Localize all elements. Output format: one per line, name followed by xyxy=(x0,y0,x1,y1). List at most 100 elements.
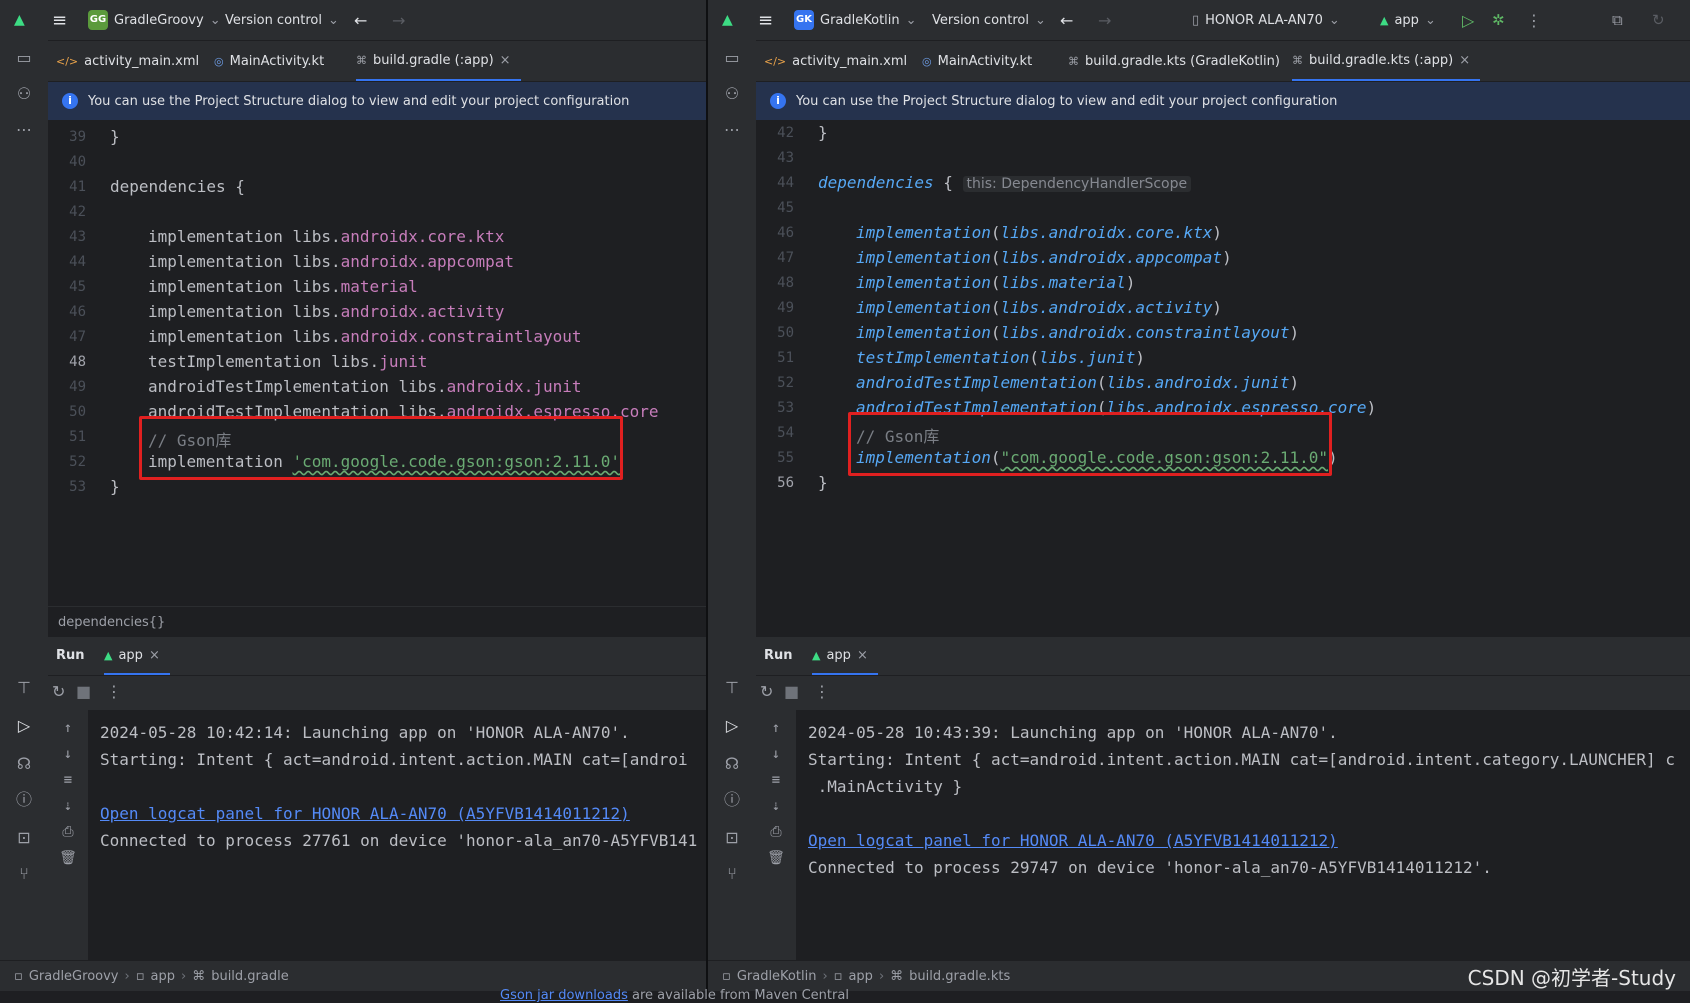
line-number: 52 xyxy=(777,375,794,391)
tab-activity-main-xml[interactable]: </> activity_main.xml xyxy=(56,41,199,81)
breadcrumb-text: dependencies{} xyxy=(58,614,166,630)
status-crumb[interactable]: app xyxy=(151,969,175,984)
logcat-link[interactable]: Open logcat panel for HONOR ALA-AN70 (A5… xyxy=(808,831,1338,850)
code-line: implementation(libs.material) xyxy=(856,273,1135,292)
console-output[interactable]: ↑ ↓ ≡ ⇣ ⎙ 🗑 2024-05-28 10:42:14: Launchi… xyxy=(48,710,706,960)
rerun-icon[interactable]: ↻ xyxy=(760,682,773,701)
run-tab-app[interactable]: ▲ app × xyxy=(812,637,878,675)
soft-wrap-icon[interactable]: ≡ xyxy=(766,770,786,790)
device-selector[interactable]: ▯ HONOR ALA-AN70 ⌄ xyxy=(1192,0,1340,40)
run-config-selector[interactable]: ▲ app ⌄ xyxy=(1380,0,1436,40)
status-crumb[interactable]: app xyxy=(848,969,872,984)
scroll-to-end-icon[interactable]: ⇣ xyxy=(766,796,786,816)
scroll-up-icon[interactable]: ↑ xyxy=(766,718,786,738)
code-function: androidTestImplementation xyxy=(856,373,1097,392)
tab-mainactivity-kt[interactable]: ◎ MainActivity.kt xyxy=(214,41,324,81)
git-icon[interactable]: ⑂ xyxy=(14,864,34,884)
logcat-icon[interactable]: ☊ xyxy=(722,754,742,774)
code-editor[interactable]: 42 43 44 45 46 47 48 49 50 51 52 53 54 55 56 } dependen… xyxy=(756,121,1690,606)
soft-wrap-icon[interactable]: ≡ xyxy=(58,770,78,790)
build-hammer-icon[interactable]: ⊤ xyxy=(14,678,34,698)
project-switcher[interactable]: GG GradleGroovy ⌄ xyxy=(88,0,221,40)
more-icon[interactable]: ⋯ xyxy=(722,120,742,140)
scroll-down-icon[interactable]: ↓ xyxy=(58,744,78,764)
structure-icon[interactable]: ⚇ xyxy=(14,84,34,104)
module-icon: ▫ xyxy=(135,968,145,984)
vcs-menu[interactable]: Version control ⌄ xyxy=(932,0,1046,40)
code-line: dependencies { xyxy=(110,177,245,196)
build-hammer-icon[interactable]: ⊤ xyxy=(722,678,742,698)
folder-icon[interactable]: ▭ xyxy=(14,48,34,68)
close-icon[interactable]: × xyxy=(149,648,160,663)
logcat-link[interactable]: Open logcat panel for HONOR ALA-AN70 (A5… xyxy=(100,804,630,823)
gradle-icon: ⌘ xyxy=(1292,53,1303,67)
logcat-icon[interactable]: ☊ xyxy=(14,754,34,774)
device-manager-icon[interactable]: ⧉ xyxy=(1612,0,1623,40)
status-crumb[interactable]: GradleGroovy xyxy=(29,969,119,984)
run-icon[interactable]: ▷ xyxy=(722,716,742,736)
chevron-down-icon: ⌄ xyxy=(1035,12,1046,28)
trash-icon[interactable]: 🗑 xyxy=(766,848,786,868)
problems-icon[interactable]: ⓘ xyxy=(722,790,742,810)
stop-icon[interactable]: ■ xyxy=(76,682,91,701)
console-output[interactable]: ↑ ↓ ≡ ⇣ ⎙ 🗑 2024-05-28 10:43:39: Launchi… xyxy=(756,710,1690,960)
main-menu-button[interactable]: ≡ xyxy=(758,0,773,40)
git-icon[interactable]: ⑂ xyxy=(722,864,742,884)
line-gutter: 42 43 44 45 46 47 48 49 50 51 52 53 54 55 56 xyxy=(756,121,804,606)
status-crumb[interactable]: build.gradle xyxy=(211,969,289,984)
code-brace: { xyxy=(933,173,953,192)
structure-icon[interactable]: ⚇ xyxy=(722,84,742,104)
code-keyword: implementation libs. xyxy=(148,302,341,321)
code-paren: ( xyxy=(990,323,1001,342)
folder-icon[interactable]: ▭ xyxy=(722,48,742,68)
problems-icon[interactable]: ⓘ xyxy=(14,790,34,810)
scroll-to-end-icon[interactable]: ⇣ xyxy=(58,796,78,816)
scroll-up-icon[interactable]: ↑ xyxy=(58,718,78,738)
device-mirror-icon[interactable]: ↻ xyxy=(1652,0,1665,40)
more-icon[interactable]: ⋮ xyxy=(814,682,830,701)
status-crumb[interactable]: build.gradle.kts xyxy=(909,969,1010,984)
stop-icon[interactable]: ■ xyxy=(784,682,799,701)
more-icon[interactable]: ⋯ xyxy=(14,120,34,140)
back-arrow-icon[interactable]: ← xyxy=(1060,0,1073,40)
print-icon[interactable]: ⎙ xyxy=(766,822,786,842)
kotlin-icon: ◎ xyxy=(922,54,932,68)
rerun-icon[interactable]: ↻ xyxy=(52,682,65,701)
breadcrumb[interactable]: dependencies{} xyxy=(48,606,706,637)
highlight-box xyxy=(139,416,623,480)
tab-build-gradle-app[interactable]: ⌘ build.gradle (:app) × xyxy=(356,41,521,81)
code-editor[interactable]: 39 40 41 42 43 44 45 46 47 48 49 50 51 52 53 } dependen… xyxy=(48,121,706,606)
code-args: libs.androidx.constraintlayout xyxy=(1000,323,1290,342)
scroll-down-icon[interactable]: ↓ xyxy=(766,744,786,764)
info-icon: i xyxy=(62,93,78,109)
project-switcher[interactable]: GK GradleKotlin ⌄ xyxy=(794,0,917,40)
close-icon[interactable]: × xyxy=(1459,53,1470,68)
run-button[interactable]: ▷ xyxy=(1462,0,1474,40)
chevron-right-icon: › xyxy=(822,968,828,984)
close-icon[interactable]: × xyxy=(857,648,868,663)
terminal-icon[interactable]: ⊡ xyxy=(14,828,34,848)
main-menu-button[interactable]: ≡ xyxy=(52,0,67,40)
close-icon[interactable]: × xyxy=(500,53,511,68)
debug-icon[interactable]: ✲ xyxy=(1492,0,1505,40)
line-number: 44 xyxy=(777,175,794,191)
run-tab-app[interactable]: ▲ app × xyxy=(104,637,170,675)
tab-mainactivity-kt[interactable]: ◎ MainActivity.kt xyxy=(922,41,1032,81)
status-crumb[interactable]: GradleKotlin xyxy=(737,969,817,984)
back-arrow-icon[interactable]: ← xyxy=(354,0,367,40)
highlight-box xyxy=(848,412,1332,476)
print-icon[interactable]: ⎙ xyxy=(58,822,78,842)
terminal-icon[interactable]: ⊡ xyxy=(722,828,742,848)
tab-activity-main-xml[interactable]: </> activity_main.xml xyxy=(764,41,907,81)
gson-downloads-link[interactable]: Gson jar downloads xyxy=(500,988,628,1003)
tab-build-gradle-kts-project[interactable]: ⌘ build.gradle.kts (GradleKotlin) xyxy=(1068,41,1280,81)
run-icon[interactable]: ▷ xyxy=(14,716,34,736)
line-number: 45 xyxy=(69,279,86,295)
forward-arrow-icon[interactable]: → xyxy=(392,0,405,40)
vcs-menu[interactable]: Version control ⌄ xyxy=(225,0,339,40)
more-icon[interactable]: ⋮ xyxy=(1526,0,1542,40)
trash-icon[interactable]: 🗑 xyxy=(58,848,78,868)
tab-build-gradle-kts-app[interactable]: ⌘ build.gradle.kts (:app) × xyxy=(1292,41,1481,81)
more-icon[interactable]: ⋮ xyxy=(106,682,122,701)
forward-arrow-icon[interactable]: → xyxy=(1098,0,1111,40)
